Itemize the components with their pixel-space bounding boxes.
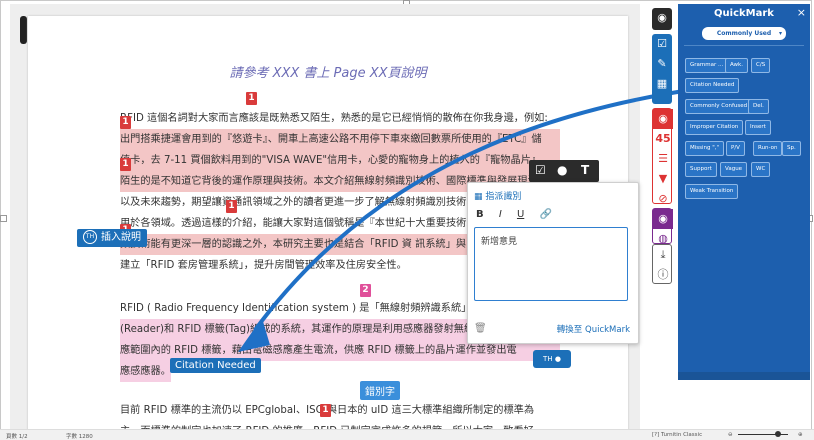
popup-header-label: 指派識別 (485, 192, 522, 202)
rubric-icon[interactable]: ☰ (653, 149, 673, 169)
grading-tool-strip: ◉ ☑ ✎ ▦ ◉ 45 ☰ ▼ ⊘ ◉ ◍ ⤓ ⓘ (650, 6, 674, 300)
quickmark-button[interactable]: Improper Citation (685, 120, 744, 135)
grid-icon[interactable]: ▦ (652, 74, 672, 94)
quickmark-button[interactable]: Missing "," (685, 141, 725, 156)
popup-header: ▦ 指派識別 (474, 189, 521, 202)
link-button[interactable]: 🔗 (539, 209, 551, 220)
check-icon[interactable]: ☑ (535, 163, 546, 177)
quickmark-scrollbar[interactable] (678, 372, 810, 380)
trash-icon[interactable]: 🗑 (474, 323, 487, 334)
quickmark-button[interactable]: Sp. (782, 141, 801, 156)
comment-popup: ▦ 指派識別 B I U 🔗 新增意見 🗑 轉換至 QuickMark (467, 182, 639, 344)
quickmark-button[interactable]: Vague (720, 162, 748, 177)
quickmark-tools: ☑ ✎ ▦ (652, 34, 672, 104)
check-icon[interactable]: ☑ (652, 34, 672, 54)
utility-tools: ⤓ ⓘ (652, 244, 672, 284)
quickmark-button[interactable]: Support (685, 162, 717, 177)
quickmark-button[interactable]: Run-on (753, 141, 783, 156)
italic-button[interactable]: I (499, 209, 502, 220)
layers-icon[interactable]: ◉ (652, 8, 672, 28)
info-icon[interactable]: ⓘ (653, 265, 673, 285)
comment-editor[interactable]: 新增意見 (474, 227, 628, 301)
download-icon[interactable]: ⤓ (653, 245, 673, 265)
zoom-slider-handle[interactable] (775, 431, 781, 437)
comment-icon: ● (554, 355, 561, 363)
grading-tools: ◉ 45 ☰ ▼ ⊘ (652, 108, 673, 205)
quickmark-button[interactable]: C/S (751, 58, 771, 73)
layers-purple-icon[interactable]: ◉ (653, 209, 673, 229)
quickmark-button[interactable]: Del. (748, 99, 769, 114)
avatar-initials: TH (543, 355, 553, 363)
grade-value[interactable]: 45 (653, 129, 673, 149)
zoom-in-icon[interactable]: ⊕ (798, 432, 803, 438)
close-icon[interactable]: × (797, 6, 806, 19)
quickmark-button[interactable]: Awk. (725, 58, 748, 73)
quickmark-button[interactable]: Insert (745, 120, 771, 135)
layers-red-icon[interactable]: ◉ (653, 109, 673, 129)
filter-icon[interactable]: ▼ (653, 169, 673, 189)
quickmark-button[interactable]: WC (751, 162, 771, 177)
comment-icon[interactable]: ● (557, 163, 567, 177)
bold-button[interactable]: B (476, 209, 484, 220)
format-toolbar: B I U 🔗 (476, 209, 564, 220)
comment-type-toolbar: ☑ ● T (529, 160, 599, 182)
quickmark-panel: QuickMark × Commonly Used ▾ Grammar ... … (678, 4, 810, 376)
quickmark-title: QuickMark (714, 8, 774, 19)
quickmark-set-select[interactable]: Commonly Used ▾ (702, 27, 786, 40)
quickmark-button[interactable]: Citation Needed (685, 78, 740, 93)
comment-author-avatar[interactable]: TH ● (533, 350, 571, 368)
block-icon[interactable]: ⊘ (653, 189, 673, 209)
originality-tools: ◉ ◍ (652, 208, 673, 245)
quickmark-button[interactable]: Grammar ... (685, 58, 729, 73)
divider (684, 45, 804, 46)
chevron-down-icon: ▾ (778, 30, 782, 37)
layer-group: ◉ (652, 8, 672, 30)
zoom-out-icon[interactable]: ⊖ (728, 432, 733, 438)
status-bar: 頁數 1/2 字數 1280 [?] Turnitin Classic ⊖ ⊕ (0, 429, 814, 440)
text-icon[interactable]: T (581, 163, 589, 177)
convert-to-quickmark-link[interactable]: 轉換至 QuickMark (557, 323, 630, 335)
edit-icon[interactable]: ✎ (652, 54, 672, 74)
underline-button[interactable]: U (517, 209, 524, 220)
quickmark-button[interactable]: Commonly Confused (685, 99, 753, 114)
view-mode-link[interactable]: [?] Turnitin Classic (652, 432, 702, 438)
quickmark-set-label: Commonly Used (716, 30, 772, 37)
grid-icon: ▦ (474, 192, 483, 202)
quickmark-button[interactable]: P/V (726, 141, 745, 156)
quickmark-button[interactable]: Weak Transition (685, 184, 739, 199)
